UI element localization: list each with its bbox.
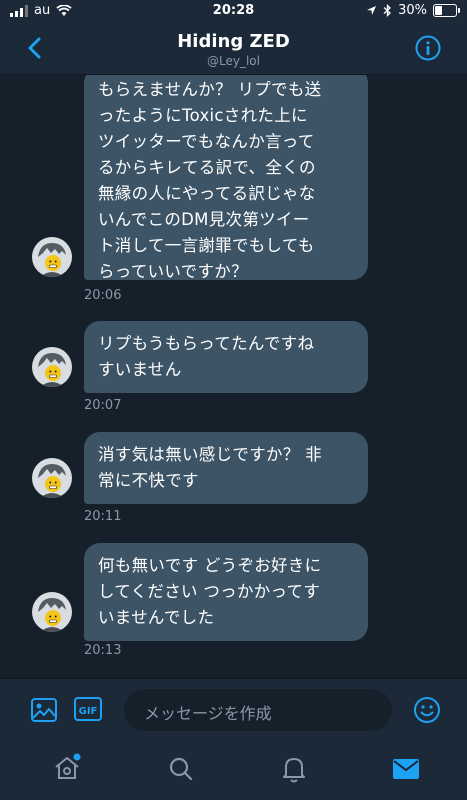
- avatar[interactable]: [32, 592, 72, 632]
- battery-fill: [435, 6, 442, 15]
- message-timestamp: 20:13: [84, 643, 122, 658]
- message-input[interactable]: メッセージを作成: [124, 689, 392, 731]
- message-composer: GIF メッセージを作成: [0, 678, 467, 741]
- conversation-header: Hiding ZED @Ley_lol: [0, 22, 467, 75]
- message-bubble[interactable]: もらえませんか？ リプでも送 ったようにToxicされた上に ツイッターでもなん…: [84, 75, 368, 281]
- home-icon[interactable]: [52, 753, 82, 783]
- conversation-title: Hiding ZED: [177, 31, 290, 52]
- message-timestamp: 20:11: [84, 509, 122, 524]
- avatar-image-icon: [38, 243, 66, 277]
- info-icon[interactable]: [415, 35, 441, 61]
- message-bubble[interactable]: 消す気は無い感じですか？ 非 常に不快です: [84, 432, 368, 504]
- message-bubble[interactable]: 何も無いです どうぞお好きに してください つっかかってす いませんでした: [84, 543, 368, 641]
- avatar-image-icon: [38, 598, 66, 632]
- mail-icon[interactable]: [392, 757, 420, 781]
- message-list: もらえませんか？ リプでも送 ったようにToxicされた上に ツイッターでもなん…: [0, 75, 467, 678]
- status-bar: au 20:28 30%: [0, 0, 467, 22]
- message-input-placeholder: メッセージを作成: [144, 704, 272, 723]
- avatar-image-icon: [38, 353, 66, 387]
- status-right: 30%: [366, 3, 460, 18]
- avatar-image-icon: [38, 464, 66, 498]
- search-icon[interactable]: [167, 755, 195, 783]
- gif-label: GIF: [78, 706, 98, 717]
- battery-icon: [433, 4, 460, 17]
- location-arrow-icon: [367, 6, 377, 15]
- message-timestamp: 20:06: [84, 288, 122, 303]
- bluetooth-icon: [383, 4, 392, 17]
- message-timestamp: 20:07: [84, 398, 122, 413]
- image-icon[interactable]: [30, 696, 58, 724]
- avatar[interactable]: [32, 347, 72, 387]
- tab-bar: [0, 740, 467, 800]
- avatar[interactable]: [32, 237, 72, 277]
- gif-icon[interactable]: GIF: [74, 697, 102, 721]
- message-bubble[interactable]: リプもうもらってたんですね すいません: [84, 321, 368, 393]
- avatar[interactable]: [32, 458, 72, 498]
- conversation-handle: @Ley_lol: [207, 54, 260, 68]
- emoji-icon[interactable]: [413, 696, 441, 724]
- battery-percent: 30%: [398, 3, 427, 18]
- bell-icon[interactable]: [280, 754, 308, 784]
